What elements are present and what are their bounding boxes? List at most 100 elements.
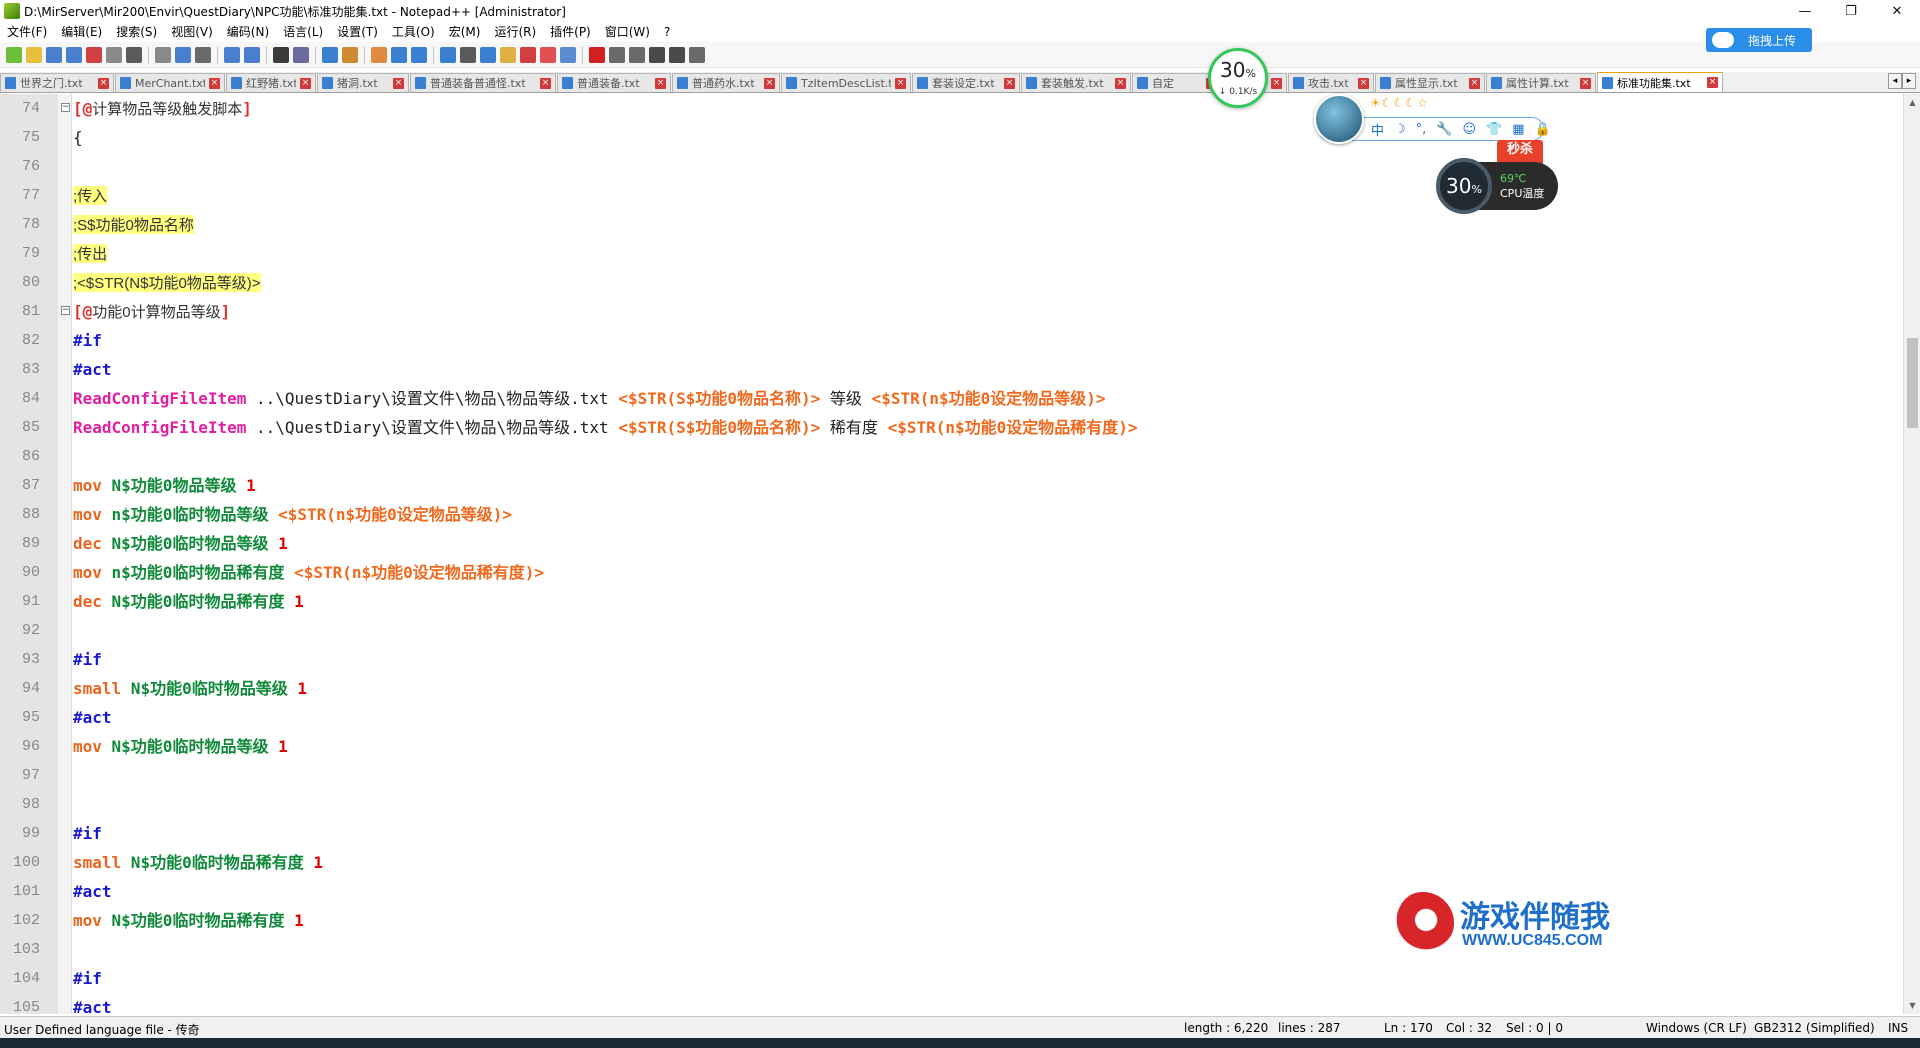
tab[interactable]: MerChant.txt × (115, 73, 225, 92)
toolbar-button-icon[interactable] (520, 46, 536, 63)
tab-close-icon[interactable]: × (540, 77, 551, 89)
tab[interactable]: 普通装备.txt × (557, 73, 671, 92)
code-line[interactable]: 75 { (0, 123, 1900, 152)
tab[interactable]: 世界之门.txt × (0, 73, 114, 92)
tab[interactable]: 属性计算.txt × (1486, 73, 1596, 92)
tab[interactable]: 普通装备普通怪.txt × (410, 73, 556, 92)
code-line[interactable]: 81 − [@功能0计算物品等级] (0, 297, 1900, 326)
toolbar-button-icon[interactable] (371, 46, 387, 63)
toolbar-button-icon[interactable] (195, 46, 211, 63)
toolbar-button-icon[interactable] (224, 46, 240, 63)
toolbar-button-icon[interactable] (411, 46, 427, 63)
code-line[interactable]: 93 #if (0, 645, 1900, 674)
toolbar-button-icon[interactable] (175, 46, 191, 63)
tab[interactable]: 套装触发.txt × (1021, 73, 1131, 92)
menu-item[interactable]: 窗口(W) (598, 22, 657, 42)
ime-button[interactable]: ☽ (1394, 122, 1406, 137)
toolbar-button-icon[interactable] (589, 46, 605, 63)
code-line[interactable]: 89 dec N$功能0临时物品等级 1 (0, 529, 1900, 558)
tab[interactable]: 猪洞.txt × (317, 73, 409, 92)
code-line[interactable]: 91 dec N$功能0临时物品稀有度 1 (0, 587, 1900, 616)
ime-button[interactable]: 🔒 (1535, 122, 1551, 137)
toolbar-button-icon[interactable] (609, 46, 625, 63)
code-line[interactable]: 82 #if (0, 326, 1900, 355)
tab-close-icon[interactable]: × (1580, 77, 1591, 89)
menu-item[interactable]: 搜索(S) (109, 22, 164, 42)
toolbar-button-icon[interactable] (66, 46, 82, 63)
fold-toggle-icon[interactable]: − (61, 103, 70, 112)
ime-button[interactable]: °, (1416, 122, 1427, 137)
code-line[interactable]: 87 mov N$功能0物品等级 1 (0, 471, 1900, 500)
code-line[interactable]: 100 small N$功能0临时物品稀有度 1 (0, 848, 1900, 877)
code-line[interactable]: 90 mov n$功能0临时物品稀有度 <$STR(n$功能0设定物品稀有度)> (0, 558, 1900, 587)
tab-close-icon[interactable]: × (1707, 77, 1718, 88)
code-line[interactable]: 80 ;<$STR(N$功能0物品等级)> (0, 268, 1900, 297)
tab[interactable]: 套装设定.txt × (912, 73, 1020, 92)
toolbar-button-icon[interactable] (155, 46, 171, 63)
code-line[interactable]: 98 (0, 790, 1900, 819)
menu-item[interactable]: 编码(N) (220, 22, 276, 42)
tab[interactable]: 属性显示.txt × (1375, 73, 1485, 92)
code-line[interactable]: 96 mov N$功能0临时物品等级 1 (0, 732, 1900, 761)
tab[interactable]: 攻击.txt × (1288, 73, 1374, 92)
menu-item[interactable]: ? (657, 22, 677, 42)
toolbar-button-icon[interactable] (560, 46, 576, 63)
ime-button[interactable]: ▦ (1512, 122, 1524, 137)
scrollbar-thumb[interactable] (1907, 338, 1918, 428)
code-line[interactable]: 78 ;S$功能0物品名称 (0, 210, 1900, 239)
tab[interactable]: 红野猪.txt × (226, 73, 316, 92)
code-line[interactable]: 74 − [@计算物品等级触发脚本] (0, 94, 1900, 123)
toolbar-button-icon[interactable] (391, 46, 407, 63)
tab-close-icon[interactable]: × (764, 77, 775, 89)
toolbar-button-icon[interactable] (500, 46, 516, 63)
code-line[interactable]: 94 small N$功能0临时物品等级 1 (0, 674, 1900, 703)
tab-close-icon[interactable]: × (655, 77, 666, 89)
toolbar-button-icon[interactable] (26, 46, 42, 63)
maximize-button[interactable]: ❐ (1828, 0, 1874, 22)
code-line[interactable]: 76 (0, 152, 1900, 181)
tab-close-icon[interactable]: × (393, 77, 404, 89)
code-line[interactable]: 84 ReadConfigFileItem ..\QuestDiary\设置文件\… (0, 384, 1900, 413)
toolbar-button-icon[interactable] (293, 46, 309, 63)
toolbar-button-icon[interactable] (460, 46, 476, 63)
tab-close-icon[interactable]: × (1469, 77, 1480, 89)
minimize-button[interactable]: — (1782, 0, 1828, 22)
toolbar-button-icon[interactable] (669, 46, 685, 63)
tab[interactable]: 普通药水.txt × (672, 73, 780, 92)
menu-item[interactable]: 工具(O) (385, 22, 442, 42)
menu-item[interactable]: 设置(T) (330, 22, 385, 42)
menu-item[interactable]: 宏(M) (442, 22, 488, 42)
menu-item[interactable]: 视图(V) (164, 22, 220, 42)
toolbar-button-icon[interactable] (689, 46, 705, 63)
ime-avatar[interactable] (1314, 94, 1364, 144)
tab-close-icon[interactable]: × (209, 77, 220, 89)
code-line[interactable]: 105 #act (0, 993, 1900, 1014)
toolbar-button-icon[interactable] (629, 46, 645, 63)
toolbar-button-icon[interactable] (46, 46, 62, 63)
code-line[interactable]: 104 #if (0, 964, 1900, 993)
tab-close-icon[interactable]: × (300, 77, 311, 89)
cpu-monitor-widget[interactable]: 30% 69℃ CPU温度 (1436, 158, 1558, 214)
ime-button[interactable]: 👕 (1486, 122, 1502, 137)
code-line[interactable]: 92 (0, 616, 1900, 645)
ime-button[interactable]: 中 (1371, 120, 1384, 139)
ime-button[interactable]: 🔧 (1436, 122, 1452, 137)
tab-close-icon[interactable]: × (1358, 77, 1369, 89)
code-line[interactable]: 77 ;传入 (0, 181, 1900, 210)
menu-item[interactable]: 语言(L) (276, 22, 330, 42)
toolbar-button-icon[interactable] (126, 46, 142, 63)
close-button[interactable]: ✕ (1874, 0, 1920, 22)
code-line[interactable]: 86 (0, 442, 1900, 471)
toolbar-button-icon[interactable] (273, 46, 289, 63)
ime-button[interactable]: ☺ (1463, 122, 1477, 137)
tab-close-icon[interactable]: × (98, 77, 109, 89)
toolbar-button-icon[interactable] (322, 46, 338, 63)
code-line[interactable]: 88 mov n$功能0临时物品等级 <$STR(n$功能0设定物品等级)> (0, 500, 1900, 529)
editor-area[interactable]: 74− [@计算物品等级触发脚本] 75{76 77 ;传入 78 ;S$功能0物品名称 79… (0, 94, 1920, 1014)
tab-scroll-left-button[interactable]: ◂ (1888, 73, 1902, 89)
tab-close-icon[interactable]: × (895, 77, 906, 89)
toolbar-button-icon[interactable] (86, 46, 102, 63)
vertical-scrollbar[interactable]: ▲ ▼ (1903, 94, 1920, 1014)
toolbar-button-icon[interactable] (6, 46, 22, 63)
upload-button[interactable]: 拖拽上传 (1706, 28, 1812, 52)
